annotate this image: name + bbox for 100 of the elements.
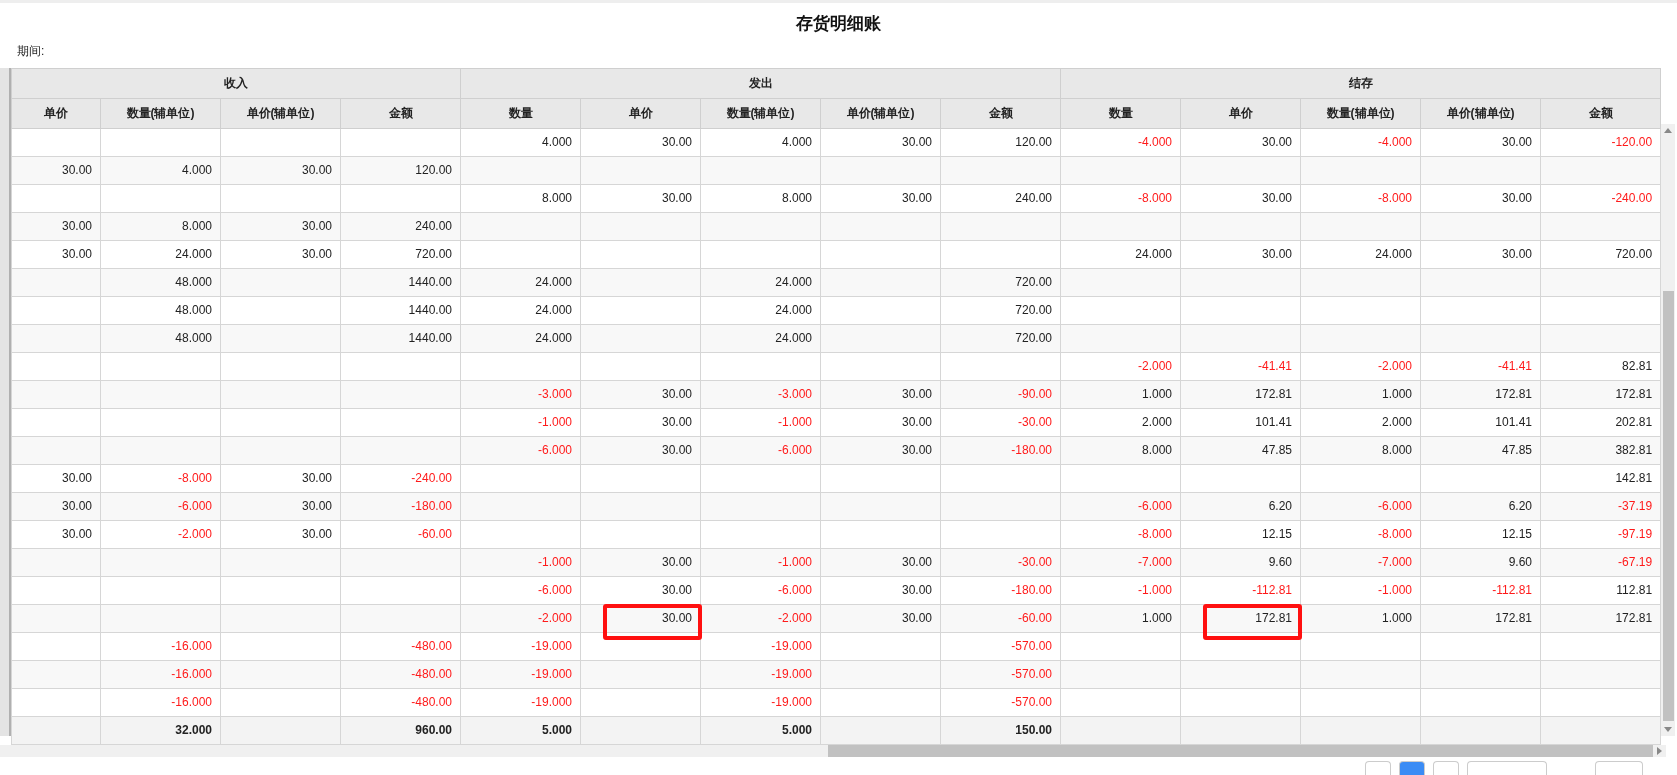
- column-group-header: 发出: [460, 68, 1061, 99]
- table-cell: -1.000: [700, 408, 821, 437]
- table-cell: 32.000: [100, 716, 221, 745]
- table-cell: -19.000: [700, 632, 821, 661]
- table-cell: 1440.00: [340, 268, 461, 297]
- column-header: 单价(辅单位): [820, 98, 941, 129]
- table-cell: -30.00: [940, 408, 1061, 437]
- table-cell: -480.00: [340, 688, 461, 717]
- table-cell: 4.000: [100, 156, 221, 185]
- table-cell: -97.19: [1540, 520, 1661, 549]
- table-cell: 30.00: [11, 520, 101, 549]
- table-cell: -8.000: [1300, 184, 1421, 213]
- table-cell: 30.00: [1420, 240, 1541, 269]
- column-header: 金额: [340, 98, 461, 129]
- table-cell: -240.00: [340, 464, 461, 493]
- table-cell: 240.00: [940, 184, 1061, 213]
- table-cell: 30.00: [11, 240, 101, 269]
- table-cell: 30.00: [820, 408, 941, 437]
- table-cell: -180.00: [340, 492, 461, 521]
- table-cell: 112.81: [1540, 576, 1661, 605]
- table-cell: 4.000: [700, 128, 821, 157]
- column-group-header: 结存: [1060, 68, 1661, 99]
- table-cell: 30.00: [580, 548, 701, 577]
- table-cell: 8.000: [700, 184, 821, 213]
- table-cell: -6.000: [460, 576, 581, 605]
- table-cell: 720.00: [340, 240, 461, 269]
- table-cell: -16.000: [100, 660, 221, 689]
- pagination-button[interactable]: [1365, 761, 1391, 775]
- table-cell: 24.000: [700, 268, 821, 297]
- table-cell: -3.000: [700, 380, 821, 409]
- table-cell: 30.00: [820, 184, 941, 213]
- table-cell: -6.000: [460, 436, 581, 465]
- table-cell: 172.81: [1420, 380, 1541, 409]
- table-cell: 24.000: [700, 296, 821, 325]
- column-header: 金额: [1540, 98, 1661, 129]
- table-cell: -1.000: [1060, 576, 1181, 605]
- table-cell: -19.000: [460, 660, 581, 689]
- table-cell: 720.00: [940, 324, 1061, 353]
- scroll-right-icon[interactable]: [1657, 746, 1662, 755]
- table-cell: 142.81: [1540, 464, 1661, 493]
- scrollbar-thumb[interactable]: [1662, 290, 1674, 721]
- table-cell: -2.000: [1060, 352, 1181, 381]
- table-cell: -19.000: [460, 688, 581, 717]
- table-cell: -2.000: [700, 604, 821, 633]
- vertical-scrollbar[interactable]: [1661, 123, 1676, 736]
- table-cell: -90.00: [940, 380, 1061, 409]
- table-cell: 48.000: [100, 324, 221, 353]
- table-cell: -1.000: [1300, 576, 1421, 605]
- table-cell: -41.41: [1180, 352, 1301, 381]
- table-cell: -570.00: [940, 632, 1061, 661]
- table-cell: 2.000: [1060, 408, 1181, 437]
- table-cell: -2.000: [100, 520, 221, 549]
- table-cell: -1.000: [460, 548, 581, 577]
- table-cell: -480.00: [340, 632, 461, 661]
- table-cell: -180.00: [940, 436, 1061, 465]
- table-cell: 48.000: [100, 296, 221, 325]
- table-cell: -67.19: [1540, 548, 1661, 577]
- table-cell: 720.00: [940, 268, 1061, 297]
- table-cell: 9.60: [1420, 548, 1541, 577]
- table-cell: 960.00: [340, 716, 461, 745]
- column-header: 单价(辅单位): [220, 98, 341, 129]
- table-cell: -1.000: [460, 408, 581, 437]
- table-cell: 8.000: [460, 184, 581, 213]
- column-header: 数量(辅单位): [1300, 98, 1421, 129]
- report-title: 存货明细账: [796, 13, 881, 35]
- table-cell: 30.00: [580, 380, 701, 409]
- scroll-up-icon[interactable]: [1664, 127, 1673, 133]
- column-header: 单价: [1180, 98, 1301, 129]
- column-header: 金额: [940, 98, 1061, 129]
- table-cell: -3.000: [460, 380, 581, 409]
- table-cell: 30.00: [11, 492, 101, 521]
- scroll-down-icon[interactable]: [1664, 726, 1673, 732]
- pagination-button[interactable]: [1433, 761, 1459, 775]
- table-cell: 101.41: [1180, 408, 1301, 437]
- table-cell: 172.81: [1180, 380, 1301, 409]
- column-header: 单价: [11, 98, 101, 129]
- table-cell: -240.00: [1540, 184, 1661, 213]
- table-cell: -570.00: [940, 688, 1061, 717]
- table-cell: 30.00: [220, 240, 341, 269]
- table-cell: 382.81: [1540, 436, 1661, 465]
- table-cell: 12.15: [1420, 520, 1541, 549]
- table-cell: -19.000: [460, 632, 581, 661]
- table-cell: 9.60: [1180, 548, 1301, 577]
- table-cell: -480.00: [340, 660, 461, 689]
- pagination-button[interactable]: [1467, 761, 1547, 775]
- table-cell: 30.00: [820, 576, 941, 605]
- table-cell: -60.00: [940, 604, 1061, 633]
- table-cell: 30.00: [11, 464, 101, 493]
- table-cell: 30.00: [220, 520, 341, 549]
- table-cell: 1.000: [1300, 380, 1421, 409]
- table-cell: 8.000: [1300, 436, 1421, 465]
- table-cell: 202.81: [1540, 408, 1661, 437]
- table-cell: -37.19: [1540, 492, 1661, 521]
- column-header: 单价(辅单位): [1420, 98, 1541, 129]
- pagination-button[interactable]: [1399, 761, 1425, 775]
- table-cell: 30.00: [11, 212, 101, 241]
- pagination-button[interactable]: [1595, 761, 1643, 775]
- table-cell: 24.000: [460, 268, 581, 297]
- table-cell: 30.00: [580, 184, 701, 213]
- table-cell: -8.000: [100, 464, 221, 493]
